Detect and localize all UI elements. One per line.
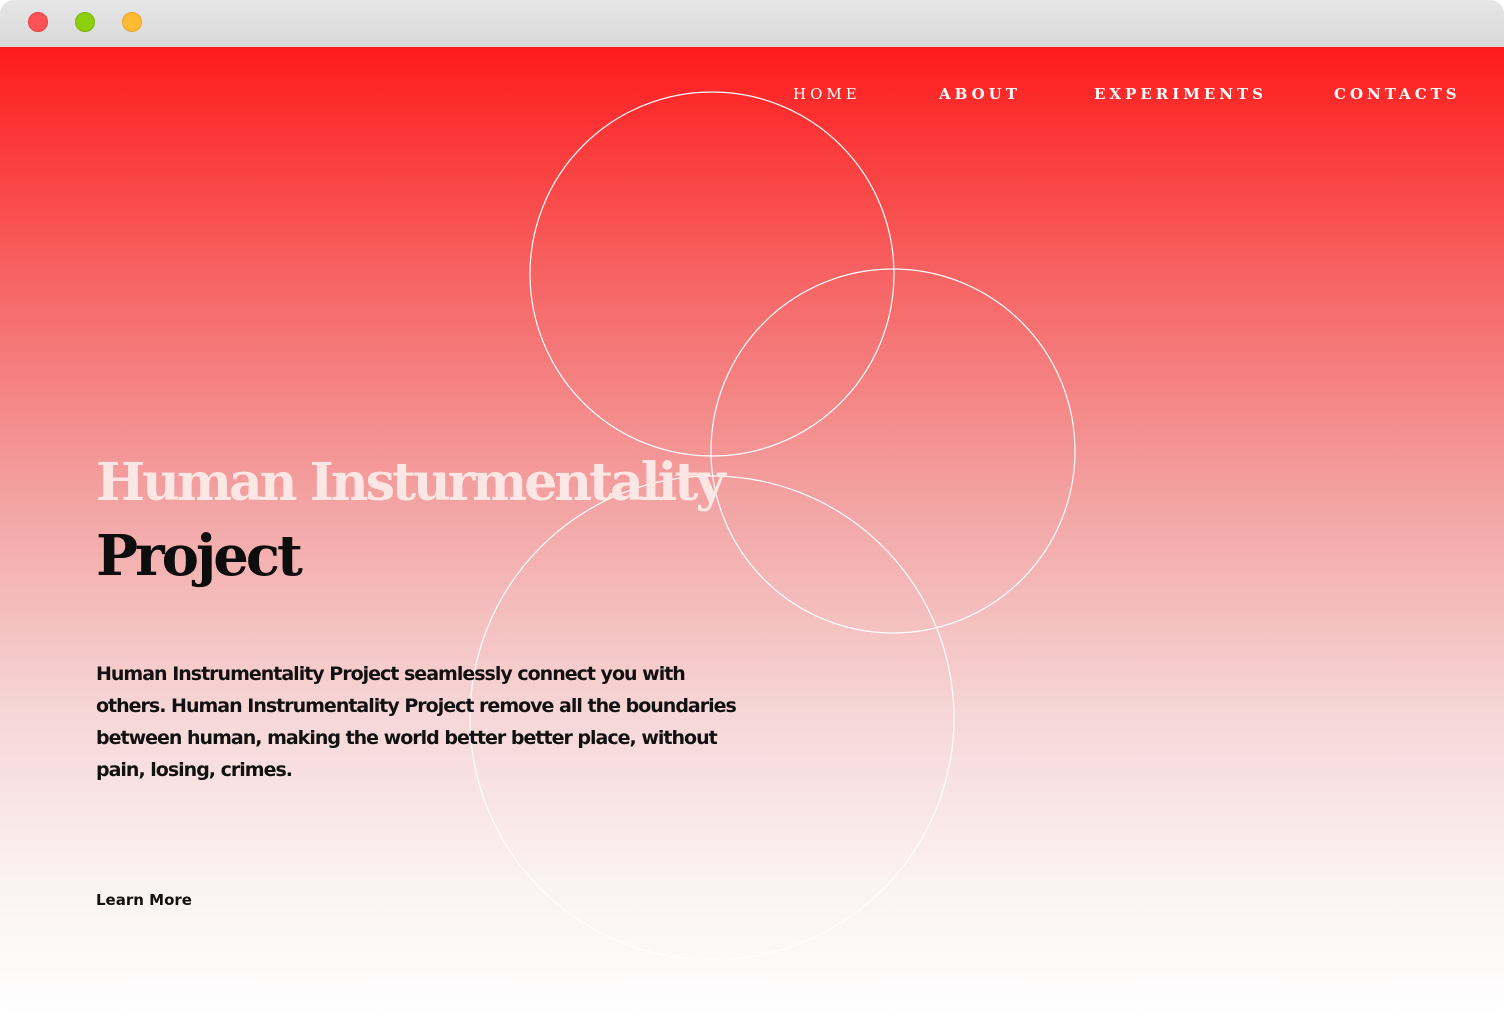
hero-title-line1: Human Insturmentality	[96, 452, 726, 513]
hero-section: HOME ABOUT EXPERIMENTS CONTACTS Human In…	[0, 47, 1504, 1018]
learn-more-link[interactable]: Learn More	[96, 891, 192, 909]
nav-contacts[interactable]: CONTACTS	[1334, 85, 1461, 103]
nav-experiments[interactable]: EXPERIMENTS	[1094, 85, 1267, 103]
decorative-circle-right	[710, 268, 1076, 634]
decorative-circle-top	[529, 91, 895, 457]
nav-home[interactable]: HOME	[793, 85, 861, 103]
close-window-button[interactable]	[28, 12, 48, 32]
browser-window: HOME ABOUT EXPERIMENTS CONTACTS Human In…	[0, 0, 1504, 1018]
nav-about[interactable]: ABOUT	[939, 85, 1021, 103]
hero-title-line2: Project	[96, 523, 303, 589]
window-titlebar	[0, 0, 1504, 47]
hero-description: Human Instrumentality Project seamlessly…	[96, 663, 737, 781]
maximize-window-button[interactable]	[122, 12, 142, 32]
minimize-window-button[interactable]	[75, 12, 95, 32]
